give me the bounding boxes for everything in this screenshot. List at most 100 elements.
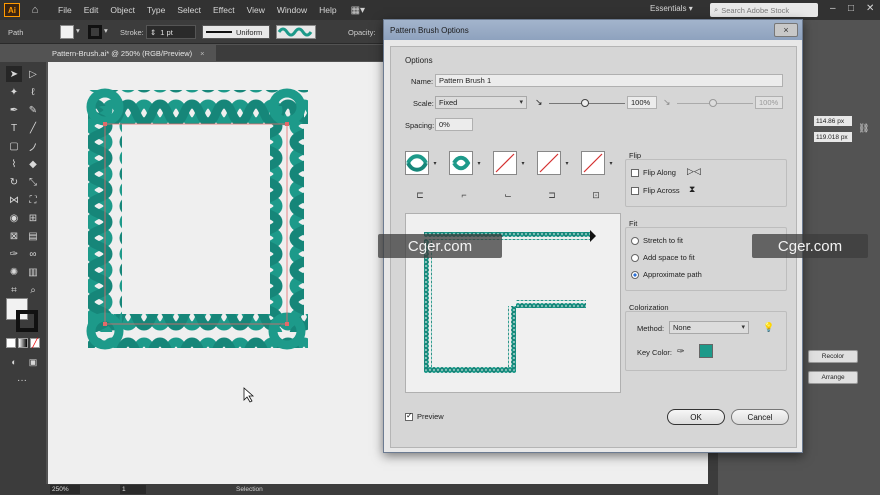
spacing-input[interactable]: 0%	[435, 118, 473, 131]
column-graph-tool-icon[interactable]: ▥	[25, 264, 41, 280]
type-tool-icon[interactable]: T	[6, 120, 22, 136]
zoom-tool-icon[interactable]: ⌕	[25, 282, 41, 298]
side-tile-button-icon[interactable]: ⊏	[411, 187, 429, 203]
outer-corner-dropdown-icon[interactable]: ▾	[475, 151, 483, 175]
menu-object[interactable]: Object	[104, 5, 141, 15]
start-tile-dropdown-icon[interactable]: ▾	[563, 151, 571, 175]
anchor-point[interactable]	[103, 122, 107, 126]
height-field[interactable]: 119.018 px	[814, 132, 852, 142]
preview-checkbox[interactable]	[405, 411, 413, 421]
inner-corner-dropdown-icon[interactable]: ▾	[519, 151, 527, 175]
cancel-button[interactable]: Cancel	[731, 409, 789, 425]
side-tile-dropdown-icon[interactable]: ▾	[431, 151, 439, 175]
scale-tool-icon[interactable]: ⤡	[25, 174, 41, 190]
end-tile-swatch[interactable]	[581, 151, 605, 175]
inner-corner-tile-swatch[interactable]	[493, 151, 517, 175]
dialog-title-bar[interactable]: Pattern Brush Options ×	[384, 20, 802, 40]
rectangle-tool-icon[interactable]: ▢	[6, 138, 22, 154]
width-field[interactable]: 114.86 px	[814, 116, 852, 126]
eyedropper-icon[interactable]: ✑	[677, 346, 685, 357]
outer-corner-button-icon[interactable]: ⌐	[455, 187, 473, 203]
menu-select[interactable]: Select	[171, 5, 207, 15]
ok-button[interactable]: OK	[667, 409, 725, 425]
eyedropper-tool-icon[interactable]: ✑	[6, 246, 22, 262]
brush-name-input[interactable]: Pattern Brush 1	[435, 74, 783, 87]
anchor-point[interactable]	[285, 122, 289, 126]
fill-swatch[interactable]	[60, 25, 74, 39]
add-space-to-fit-radio[interactable]	[631, 254, 639, 262]
draw-mode-icon[interactable]: ◐	[6, 354, 22, 370]
none-mode-icon[interactable]: ╱	[30, 338, 40, 348]
brush-definition-select[interactable]	[276, 25, 316, 39]
scale-select[interactable]: Fixed ▾	[435, 96, 527, 109]
outer-corner-tile-swatch[interactable]	[449, 151, 473, 175]
edit-toolbar-icon[interactable]: ···	[14, 372, 30, 388]
flip-across-checkbox[interactable]	[631, 187, 639, 195]
stretch-to-fit-radio[interactable]	[631, 237, 639, 245]
side-tile-swatch[interactable]	[405, 151, 429, 175]
home-icon[interactable]: ⌂	[28, 3, 42, 17]
inner-corner-button-icon[interactable]: ⌙	[499, 187, 517, 203]
start-tile-button-icon[interactable]: ⊐	[543, 187, 561, 203]
selection-tool-icon[interactable]: ➤	[6, 66, 22, 82]
gradient-tool-icon[interactable]: ▤	[25, 228, 41, 244]
scale-percent-input[interactable]: 100%	[627, 96, 657, 109]
curvature-tool-icon[interactable]: ✎	[25, 102, 41, 118]
selected-path-outline[interactable]	[104, 123, 288, 325]
adobe-stock-search-input[interactable]: ⌕ Search Adobe Stock	[710, 3, 818, 17]
anchor-point[interactable]	[103, 322, 107, 326]
start-tile-swatch[interactable]	[537, 151, 561, 175]
close-icon[interactable]: ✕	[866, 3, 874, 14]
minimize-icon[interactable]: –	[830, 3, 836, 14]
arrange-button[interactable]: Arrange	[808, 371, 858, 384]
constrain-proportions-icon[interactable]: ⛓	[858, 123, 869, 134]
magic-wand-tool-icon[interactable]: ✦	[6, 84, 22, 100]
blend-tool-icon[interactable]: ∞	[25, 246, 41, 262]
menu-view[interactable]: View	[241, 5, 271, 15]
screen-mode-icon[interactable]: ▣	[25, 354, 41, 370]
tips-bulb-icon[interactable]: 💡	[763, 322, 774, 333]
pen-tool-icon[interactable]: ✒	[6, 102, 22, 118]
end-tile-button-icon[interactable]: ⊡	[587, 187, 605, 203]
stroke-swatch[interactable]	[88, 25, 102, 39]
recolor-button[interactable]: Recolor	[808, 350, 858, 363]
maximize-icon[interactable]: □	[848, 3, 854, 14]
stepper-icon[interactable]: ⇕	[150, 28, 156, 37]
stroke-dropdown-icon[interactable]: ▾	[104, 26, 108, 35]
approximate-path-radio[interactable]	[631, 271, 639, 279]
width-tool-icon[interactable]: ⋈	[6, 192, 22, 208]
flip-along-checkbox[interactable]	[631, 169, 639, 177]
arrange-documents-icon[interactable]: ▦▾	[351, 5, 365, 16]
eraser-tool-icon[interactable]: ◆	[25, 156, 41, 172]
menu-edit[interactable]: Edit	[78, 5, 105, 15]
anchor-point[interactable]	[285, 322, 289, 326]
mesh-tool-icon[interactable]: ⊠	[6, 228, 22, 244]
menu-file[interactable]: File	[52, 5, 78, 15]
end-tile-dropdown-icon[interactable]: ▾	[607, 151, 615, 175]
artboard-number-field[interactable]: 1	[120, 485, 146, 494]
key-color-swatch[interactable]	[699, 344, 713, 358]
symbol-sprayer-tool-icon[interactable]: ✺	[6, 264, 22, 280]
line-tool-icon[interactable]: ╱	[25, 120, 41, 136]
free-transform-tool-icon[interactable]: ⛶	[25, 192, 41, 208]
menu-effect[interactable]: Effect	[207, 5, 241, 15]
gradient-mode-icon[interactable]	[18, 338, 28, 348]
direct-selection-tool-icon[interactable]: ▷	[25, 66, 41, 82]
shape-builder-tool-icon[interactable]: ◉	[6, 210, 22, 226]
workspace-switcher[interactable]: Essentials ▾	[650, 4, 693, 13]
close-tab-icon[interactable]: ×	[200, 49, 204, 58]
scale-slider-knob[interactable]	[581, 99, 589, 107]
rotate-tool-icon[interactable]: ↻	[6, 174, 22, 190]
colorization-method-select[interactable]: None ▾	[669, 321, 749, 334]
document-tab[interactable]: Pattern-Brush.ai* @ 250% (RGB/Preview) ×	[46, 45, 216, 61]
menu-help[interactable]: Help	[313, 5, 342, 15]
stroke-weight-field[interactable]: ⇕ 1 pt	[146, 25, 196, 39]
menu-type[interactable]: Type	[141, 5, 171, 15]
lasso-tool-icon[interactable]: ℓ	[25, 84, 41, 100]
stroke-color-box[interactable]	[16, 310, 38, 332]
dialog-close-button[interactable]: ×	[774, 23, 798, 37]
menu-window[interactable]: Window	[271, 5, 313, 15]
shaper-tool-icon[interactable]: ⌇	[6, 156, 22, 172]
zoom-level-field[interactable]: 250%	[50, 485, 80, 494]
fill-dropdown-icon[interactable]: ▾	[76, 26, 80, 35]
